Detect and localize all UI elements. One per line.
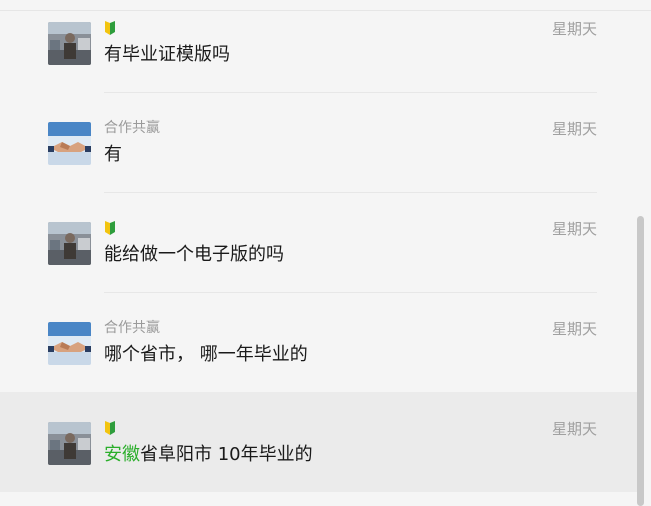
avatar-handshake[interactable] — [48, 122, 91, 165]
scrollbar-thumb[interactable] — [637, 216, 644, 506]
sender-name: 合作共赢 — [104, 120, 160, 136]
message-text: 有 — [104, 144, 122, 165]
message-item[interactable]: 合作共赢 星期天 有 — [0, 100, 637, 200]
message-text: 安徽省阜阳市 10年毕业的 — [104, 443, 313, 467]
sender-name — [104, 19, 116, 37]
message-list[interactable]: 星期天 有毕业证模版吗 合作共赢 星期天 有 星期天 能给做一个电子版的吗 合作… — [0, 0, 637, 506]
sender-name — [104, 219, 116, 237]
message-item[interactable]: 星期天 有毕业证模版吗 — [0, 0, 637, 100]
divider — [104, 92, 597, 93]
message-item-selected[interactable]: 星期天 安徽省阜阳市 10年毕业的 — [0, 392, 637, 492]
message-time: 星期天 — [551, 120, 597, 138]
avatar-street-photo[interactable] — [48, 222, 91, 265]
message-text: 有毕业证模版吗 — [104, 44, 230, 65]
sender-name: 合作共赢 — [104, 320, 160, 336]
message-text: 哪个省市， 哪一年毕业的 — [104, 344, 308, 365]
message-time: 星期天 — [551, 20, 597, 38]
message-text: 能给做一个电子版的吗 — [104, 244, 284, 265]
avatar-street-photo[interactable] — [48, 422, 91, 465]
highlighted-keyword: 安徽 — [104, 444, 140, 465]
beginner-mark-icon — [105, 21, 115, 35]
avatar-street-photo[interactable] — [48, 22, 91, 65]
sender-name — [104, 419, 116, 437]
message-item[interactable]: 星期天 能给做一个电子版的吗 — [0, 200, 637, 300]
beginner-mark-icon — [105, 221, 115, 235]
message-text-rest: 省阜阳市 10年毕业的 — [140, 444, 313, 465]
message-time: 星期天 — [551, 220, 597, 238]
beginner-mark-icon — [105, 421, 115, 435]
message-time: 星期天 — [551, 420, 597, 438]
message-item[interactable]: 合作共赢 星期天 哪个省市， 哪一年毕业的 — [0, 300, 637, 400]
message-time: 星期天 — [551, 320, 597, 338]
divider — [104, 192, 597, 193]
divider — [104, 292, 597, 293]
avatar-handshake[interactable] — [48, 322, 91, 365]
